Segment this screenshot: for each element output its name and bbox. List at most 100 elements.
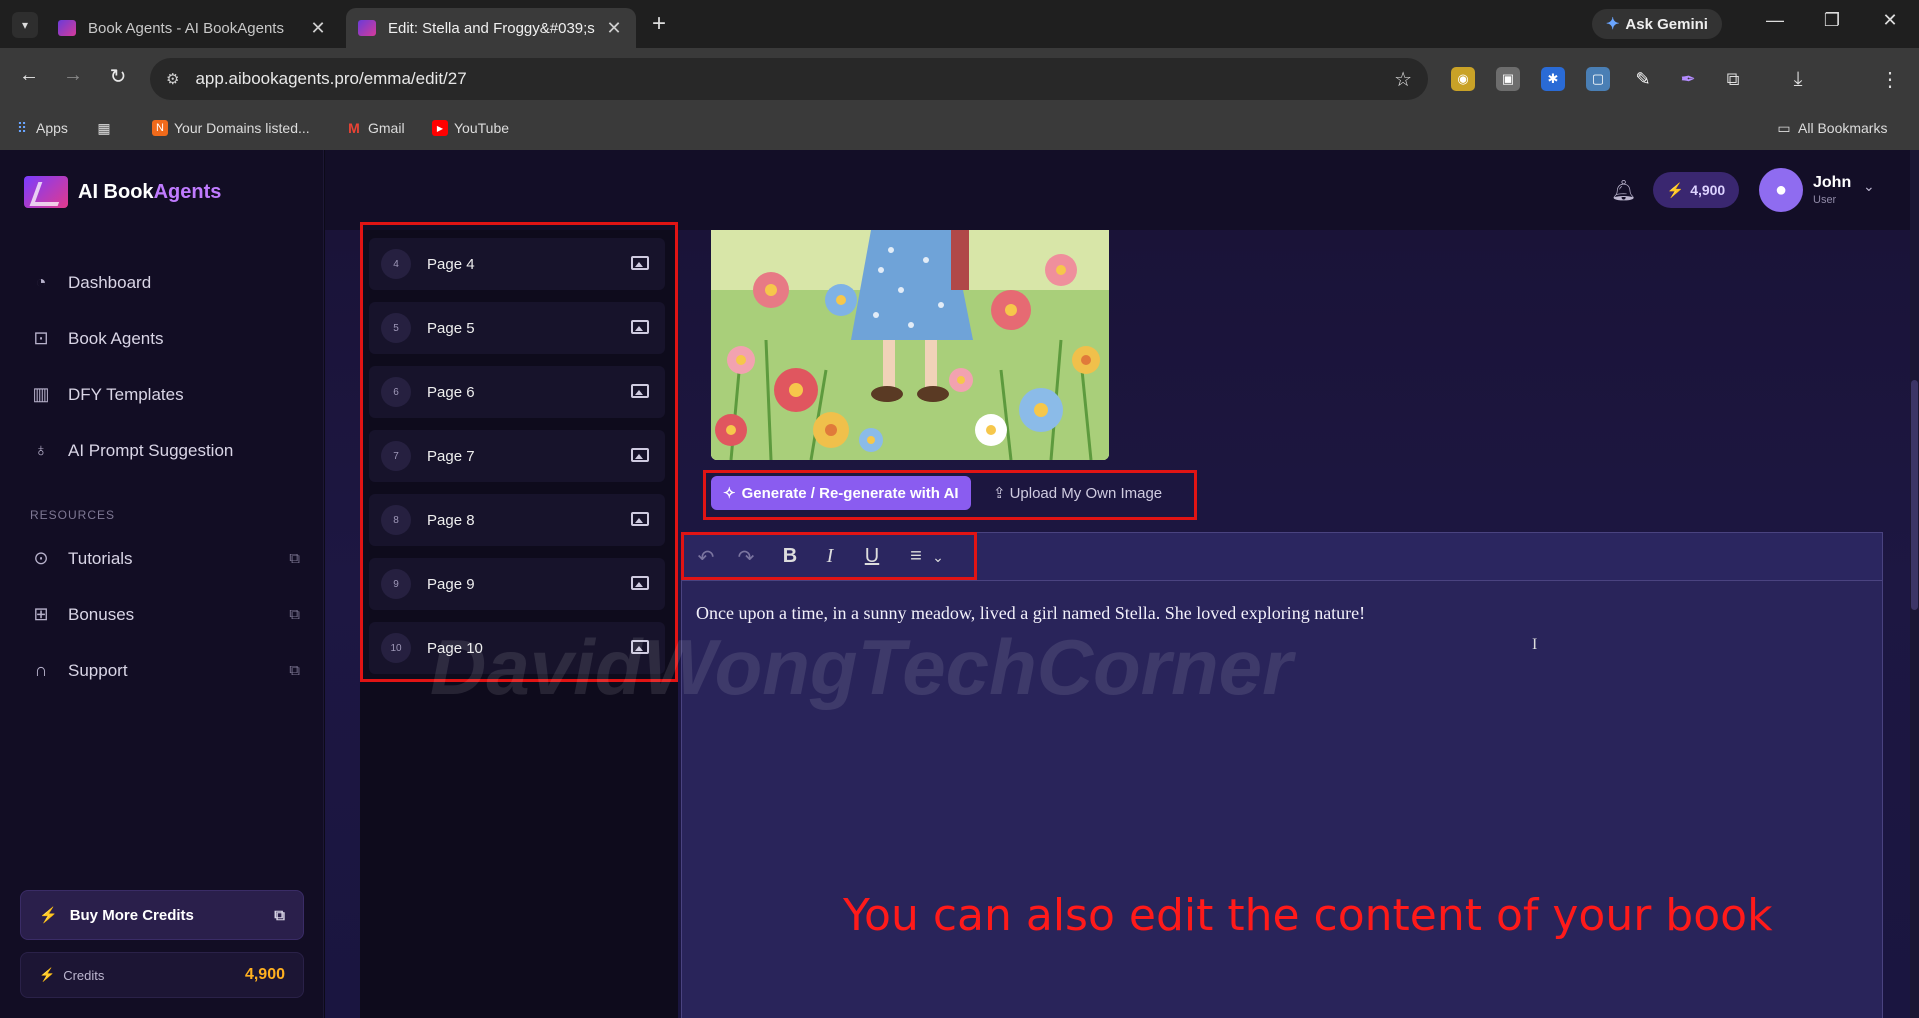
bookmark-label: YouTube (454, 120, 510, 136)
close-tab-icon[interactable]: ✕ (604, 18, 624, 39)
bell-icon[interactable]: 🔔︎ (1611, 178, 1636, 203)
sidebar-item-label: Tutorials (68, 548, 133, 568)
address-bar[interactable]: ⚙ app.aibookagents.pro/emma/edit/27 ☆ (150, 58, 1428, 100)
credits-value: 4,900 (244, 966, 285, 983)
bookmark-domains[interactable]: N Your Domains listed... (152, 120, 310, 136)
sidebar-item-bonuses[interactable]: ⊞ Bonuses ⧉ (30, 604, 300, 625)
domains-icon: N (152, 120, 168, 136)
logo-text-highlight: Agents (153, 180, 222, 203)
bookmark-gmail[interactable]: M Gmail (346, 120, 404, 136)
favicon (58, 20, 76, 36)
page-scrollbar[interactable] (1910, 150, 1919, 1018)
reload-icon[interactable]: ↻ (103, 64, 133, 89)
sparkle-icon: ✦ (1606, 16, 1620, 33)
user-role: User (1813, 194, 1837, 206)
lightbulb-icon: ♁ (34, 440, 48, 460)
grid-icon[interactable]: ▦ (96, 120, 112, 136)
editor-content[interactable]: Once upon a time, in a sunny meadow, liv… (696, 603, 1365, 624)
sidebar-item-ai-prompt-suggestion[interactable]: ♁ AI Prompt Suggestion (30, 440, 300, 461)
bookmark-label: Apps (36, 120, 68, 136)
favicon (358, 20, 376, 36)
extensions-puzzle-icon[interactable]: ⧉ (1721, 67, 1745, 91)
play-circle-icon: ⊙ (33, 548, 49, 568)
bookmark-apps[interactable]: ⠿ Apps (14, 119, 68, 137)
youtube-icon: ▶ (432, 120, 448, 136)
app-root: AI BookAgents ◔ Dashboard ⊡ Book Agents … (0, 150, 1919, 1018)
text-cursor-icon: I (1532, 636, 1538, 653)
download-icon[interactable]: ⤓ (1786, 67, 1810, 91)
credits-label: Credits (63, 967, 105, 983)
sidebar-item-label: AI Prompt Suggestion (68, 440, 234, 460)
tab-title: Book Agents - AI BookAgents (88, 19, 284, 37)
ask-gemini-label: Ask Gemini (1625, 15, 1708, 33)
lightning-icon: ⚡ (39, 967, 56, 982)
sidebar-item-dfy-templates[interactable]: ▥ DFY Templates (30, 384, 300, 405)
sidebar-item-label: Bonuses (68, 604, 135, 624)
credit-balance-value: 4,900 (1690, 182, 1726, 198)
bookmark-star-icon[interactable]: ☆ (1394, 67, 1412, 92)
user-name[interactable]: John (1813, 174, 1851, 192)
browser-tab-edit[interactable]: Edit: Stella and Froggy&#039;s ✕ (346, 8, 636, 48)
apps-grid-icon: ⠿ (16, 119, 28, 136)
tab-title: Edit: Stella and Froggy&#039;s (388, 19, 595, 37)
bookmark-youtube[interactable]: ▶ YouTube (432, 120, 509, 136)
url-text[interactable]: app.aibookagents.pro/emma/edit/27 (195, 69, 466, 89)
back-icon[interactable]: ← (14, 64, 44, 87)
all-bookmarks[interactable]: ▭ All Bookmarks (1776, 120, 1888, 137)
external-link-icon: ⧉ (289, 606, 300, 623)
sidebar: AI BookAgents ◔ Dashboard ⊡ Book Agents … (0, 150, 324, 1018)
tab-search-menu-icon[interactable]: ▾ (12, 12, 38, 38)
resources-heading: RESOURCES (30, 508, 116, 522)
new-tab-icon[interactable]: + (652, 10, 666, 38)
site-info-icon[interactable]: ⚙ (166, 70, 179, 88)
external-link-icon: ⧉ (274, 906, 285, 924)
camera-extension-icon[interactable]: ▣ (1496, 67, 1520, 91)
lightning-icon: ⚡ (1666, 181, 1685, 198)
page-text-editor[interactable]: ↶ ↷ B I U ≡ ⌄ Once upon a time, in a sun… (681, 532, 1883, 1018)
gmail-icon: M (348, 120, 360, 136)
screenshot-extension-icon[interactable]: ▢ (1586, 67, 1610, 91)
robot-icon: ⊡ (33, 328, 49, 348)
forward-icon[interactable]: → (58, 64, 88, 87)
sidebar-item-tutorials[interactable]: ⊙ Tutorials ⧉ (30, 548, 300, 569)
external-link-icon: ⧉ (289, 550, 300, 567)
tutorial-caption: You can also edit the content of your bo… (843, 890, 1773, 941)
headset-icon: ∩ (34, 660, 48, 680)
annotation-box-pages (360, 222, 678, 682)
annotation-box-image-actions (703, 470, 1197, 520)
ask-gemini-button[interactable]: ✦ Ask Gemini (1592, 9, 1722, 39)
pen-extension-icon[interactable]: ✒ (1676, 67, 1700, 91)
extension-icon[interactable]: ✱ (1541, 67, 1565, 91)
sidebar-item-dashboard[interactable]: ◔ Dashboard (30, 272, 300, 293)
logo-text: AI Book (78, 180, 154, 203)
scrollbar-thumb[interactable] (1911, 380, 1918, 610)
bookmark-label: All Bookmarks (1798, 120, 1888, 136)
sidebar-item-label: Dashboard (68, 272, 152, 292)
sidebar-item-label: Support (68, 660, 128, 680)
chevron-down-icon[interactable]: ⌄ (1863, 178, 1875, 195)
browser-tab-book-agents[interactable]: Book Agents - AI BookAgents ✕ (46, 8, 340, 48)
watermark: DavidWongTechCorner (430, 623, 1293, 711)
sidebar-item-book-agents[interactable]: ⊡ Book Agents (30, 328, 300, 349)
restore-icon[interactable]: ❐ (1812, 10, 1852, 31)
lightning-icon: ⚡ (39, 907, 58, 924)
sidebar-item-support[interactable]: ∩ Support ⧉ (30, 660, 300, 681)
layout-icon: ▥ (32, 384, 50, 404)
extension-icon[interactable]: ◉ (1451, 67, 1475, 91)
eyedropper-icon[interactable]: ✎ (1631, 67, 1655, 91)
buy-more-credits-button[interactable]: ⚡ Buy More Credits ⧉ (20, 890, 304, 940)
app-logo[interactable]: AI BookAgents (24, 176, 221, 208)
avatar[interactable]: ● (1759, 168, 1803, 212)
bookmark-label: Your Domains listed... (174, 120, 310, 136)
more-menu-icon[interactable]: ⋮ (1878, 67, 1902, 91)
minimize-icon[interactable]: — (1755, 10, 1795, 31)
credits-summary: ⚡ Credits 4,900 (20, 952, 304, 998)
sidebar-item-label: Book Agents (68, 328, 164, 348)
window-close-icon[interactable]: ✕ (1870, 10, 1910, 31)
close-tab-icon[interactable]: ✕ (308, 18, 328, 39)
external-link-icon: ⧉ (289, 662, 300, 679)
illustration-girl-in-meadow (711, 230, 1109, 460)
app-header: 🔔︎ ⚡ 4,900 ● John User ⌄ (325, 150, 1919, 230)
credit-balance-badge[interactable]: ⚡ 4,900 (1653, 172, 1739, 208)
gauge-icon: ◔ (35, 272, 47, 292)
